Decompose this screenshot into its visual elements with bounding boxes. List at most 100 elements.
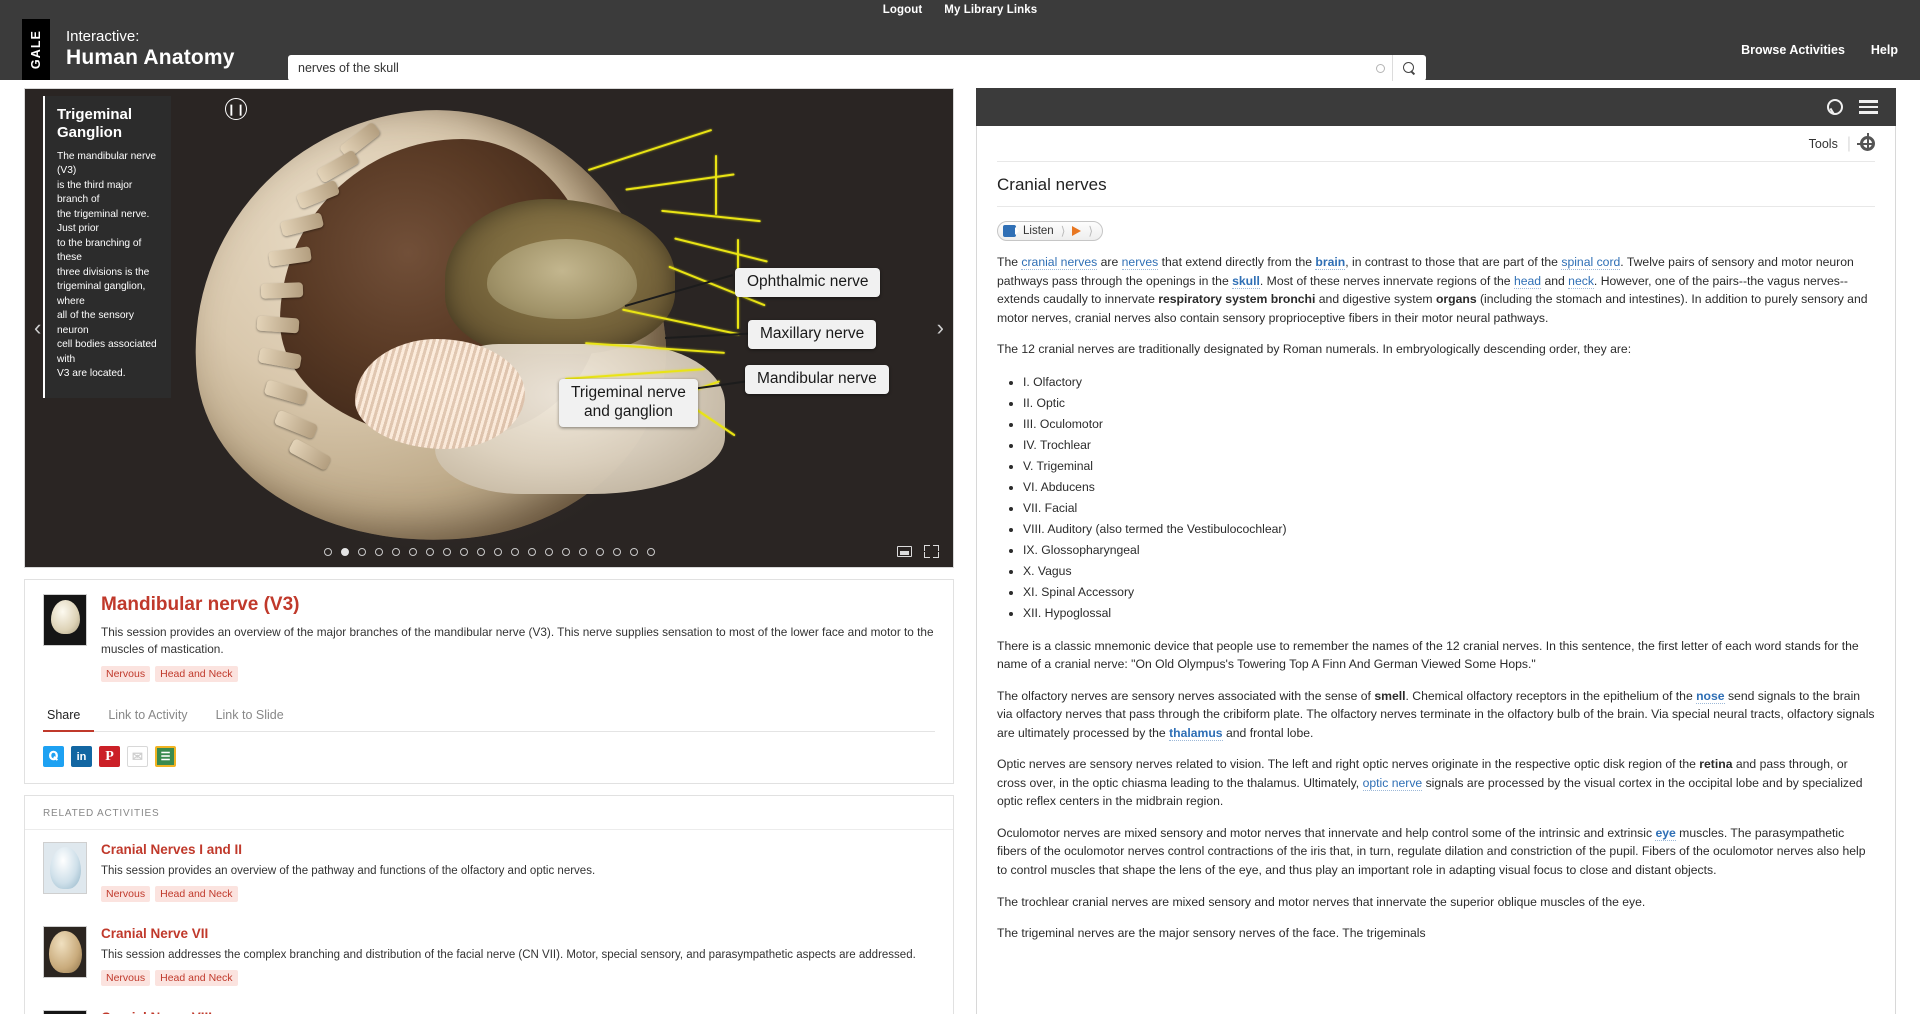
brand-line-2: Human Anatomy [66,45,235,69]
slide-dot-1[interactable] [323,548,332,556]
pinterest-icon[interactable]: P [99,746,120,768]
search-icon[interactable] [1392,55,1426,81]
twitter-icon[interactable]: 𝐐 [43,746,64,768]
article-paragraph-8: The trigeminal nerves are the major sens… [997,926,1426,941]
tab-link-to-slide[interactable]: Link to Slide [202,702,298,731]
slide-info-panel: Trigeminal Ganglion The mandibular nerve… [43,96,171,398]
slide-dot-14[interactable] [544,548,553,556]
slide-dot-15[interactable] [561,548,570,556]
list-item[interactable]: Cranial Nerve VIII In this session, we'l… [25,998,953,1014]
left-column: Trigeminal Ganglion The mandibular nerve… [24,88,954,1014]
related-thumbnail[interactable] [43,926,87,979]
fullscreen-icon[interactable] [924,545,939,558]
tag-nervous[interactable]: Nervous [101,970,151,987]
tag-head-and-neck[interactable]: Head and Neck [155,970,238,987]
app-header: GALE Interactive: Human Anatomy Browse A… [0,19,1920,81]
header-links: Browse Activities Help [1741,19,1898,80]
callout-maxillary-nerve[interactable]: Maxillary nerve [748,320,877,349]
cranial-nerve-item-6: VI. Abducens [1023,477,1875,498]
article-paragraph-4: The olfactory nerves are sensory nerves … [997,688,1875,741]
cranial-nerve-item-2: II. Optic [1023,393,1875,414]
vertebrae-group [221,121,481,525]
related-title[interactable]: Cranial Nerves I and II [101,842,935,857]
listen-separator-2: ⟩ [1088,224,1094,238]
slide-dot-9[interactable] [459,548,468,556]
search-input[interactable] [288,55,1368,81]
article-paragraph-3: There is a classic mnemonic device that … [997,638,1859,672]
slide-dot-11[interactable] [493,548,502,556]
my-library-links-link[interactable]: My Library Links [944,4,1037,16]
slide-dot-6[interactable] [408,548,417,556]
related-thumbnail[interactable] [43,1010,87,1014]
play-icon[interactable] [1072,226,1082,236]
related-thumbnail[interactable] [43,842,87,895]
help-link[interactable]: Help [1871,43,1898,57]
viewer-tools [897,545,939,558]
slide-dot-4[interactable] [374,548,383,556]
hamburger-menu-icon[interactable] [1859,97,1878,116]
listen-separator: ⟩ [1060,224,1066,238]
related-title[interactable]: Cranial Nerve VIII [101,1010,935,1014]
related-description: This session addresses the complex branc… [101,949,916,962]
tools-label[interactable]: Tools [1809,137,1838,151]
slide-dot-13[interactable] [527,548,536,556]
linkedin-icon[interactable]: in [71,746,92,768]
next-slide-button[interactable]: › [937,315,944,341]
window-mode-icon[interactable] [897,546,912,557]
slide-dot-17[interactable] [595,548,604,556]
slide-dot-10[interactable] [476,548,485,556]
brand-title: Interactive: Human Anatomy [66,28,235,70]
cranial-nerve-item-4: IV. Trochlear [1023,435,1875,456]
email-icon[interactable]: ✉ [127,746,148,768]
google-classroom-icon[interactable]: ☰ [155,746,176,768]
listen-button[interactable]: Listen ⟩ ⟩ [997,221,1104,241]
callout-trigeminal-nerve-and-ganglion[interactable]: Trigeminal nerve and ganglion [559,379,698,427]
browse-activities-link[interactable]: Browse Activities [1741,43,1845,57]
slide-dots [25,548,953,556]
share-tabs: Share Link to Activity Link to Slide [43,702,935,733]
session-thumbnail[interactable] [43,594,87,646]
callout-ophthalmic-nerve[interactable]: Ophthalmic nerve [735,268,881,297]
brain-inner-render [487,239,637,319]
anatomy-viewer[interactable]: Trigeminal Ganglion The mandibular nerve… [24,88,954,568]
cranial-nerve-item-8: VIII. Auditory (also termed the Vestibul… [1023,519,1875,540]
slide-dot-19[interactable] [629,548,638,556]
tag-nervous[interactable]: Nervous [101,886,151,903]
article-paragraph-2: The 12 cranial nerves are traditionally … [997,342,1632,357]
slide-dot-3[interactable] [357,548,366,556]
search-icon[interactable] [1826,98,1843,116]
slide-info-title: Trigeminal Ganglion [57,106,133,141]
slide-dot-18[interactable] [612,548,621,556]
callout-mandibular-nerve[interactable]: Mandibular nerve [745,365,889,394]
tab-link-to-activity[interactable]: Link to Activity [94,702,201,731]
slide-dot-8[interactable] [442,548,451,556]
slide-dot-2[interactable] [340,548,349,556]
session-tags: Nervous Head and Neck [101,666,935,683]
tab-share[interactable]: Share [43,702,95,733]
slide-dot-5[interactable] [391,548,400,556]
slide-dot-12[interactable] [510,548,519,556]
slide-dot-7[interactable] [425,548,434,556]
cranial-nerve-item-10: X. Vagus [1023,561,1875,582]
session-title[interactable]: Mandibular nerve (V3) [101,594,935,616]
article-paragraph-6: Oculomotor nerves are mixed sensory and … [997,825,1866,878]
tag-nervous[interactable]: Nervous [101,666,151,683]
reference-toolbar [976,88,1896,126]
social-share-buttons: 𝐐 in P ✉ ☰ [43,746,935,768]
reference-content: Tools | Cranial nerves Listen ⟩ ⟩ The cr… [976,126,1896,1014]
list-item[interactable]: Cranial Nerves I and II This session pro… [25,830,953,914]
gear-icon[interactable] [1857,133,1875,151]
listen-label: Listen [1023,225,1054,237]
speaker-icon [1003,225,1019,237]
gale-logo[interactable]: GALE [22,19,50,80]
list-item[interactable]: Cranial Nerve VII This session addresses… [25,914,953,998]
prev-slide-button[interactable]: ‹ [34,315,41,341]
clear-circle-icon[interactable] [1368,55,1392,81]
related-title[interactable]: Cranial Nerve VII [101,926,935,941]
tag-head-and-neck[interactable]: Head and Neck [155,886,238,903]
slide-dot-16[interactable] [578,548,587,556]
logout-link[interactable]: Logout [883,4,923,16]
tag-head-and-neck[interactable]: Head and Neck [155,666,238,683]
slide-dot-20[interactable] [646,548,655,556]
audio-pause-icon[interactable]: ❙❙ [225,98,247,120]
